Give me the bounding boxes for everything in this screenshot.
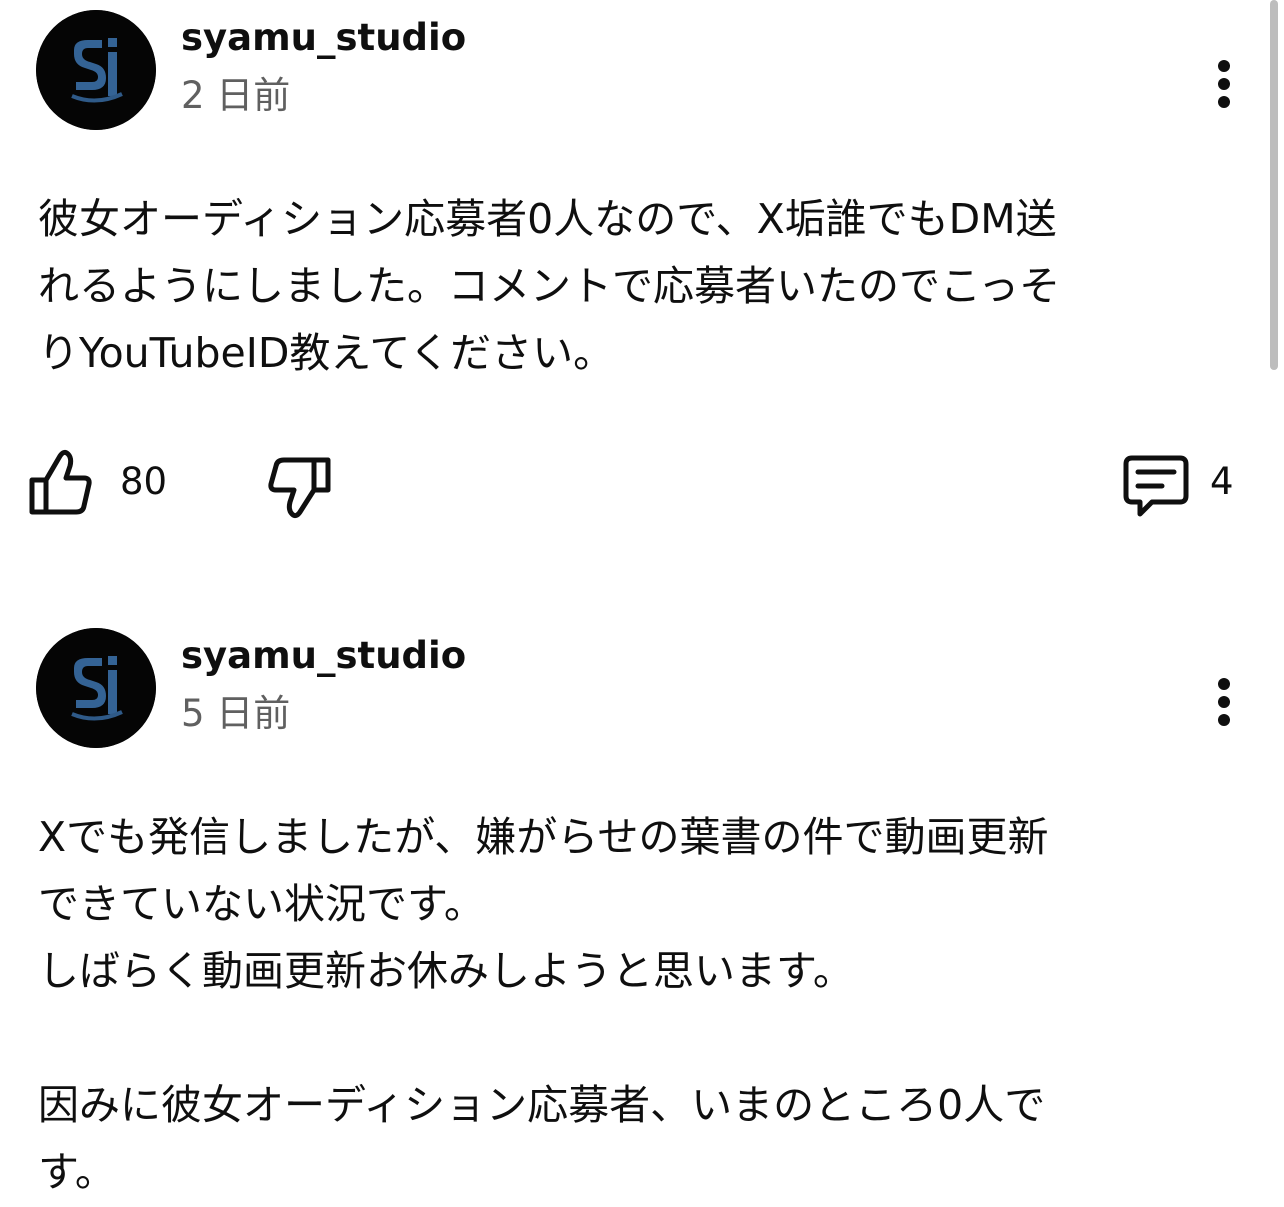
post-body-line: Xでも発信しましたが、嫌がらせの葉書の件で動画更新 [38,813,1049,861]
post-body-line: できていない状況です。 [38,880,485,928]
post-body: Xでも発信しましたが、嫌がらせの葉書の件で動画更新 できていない状況です。 しば… [38,804,1238,1206]
post-body-blank-line [38,1005,1238,1072]
post-body-line: しばらく動画更新お休みしようと思います。 [38,947,854,995]
thumbs-up-icon[interactable] [26,446,94,520]
thumbs-down-icon[interactable] [266,446,334,520]
post-body-line: す。 [38,1148,116,1196]
comment-icon[interactable] [1122,446,1190,520]
channel-logo-icon [36,628,156,748]
post-body-line: 因みに彼女オーディション応募者、いまのところ0人で [38,1081,1046,1129]
comment-count: 4 [1210,460,1234,503]
post-body-line: 彼女オーディション応募者0人なので、X垢誰でもDM送 [38,195,1057,243]
channel-avatar[interactable] [36,10,156,130]
author-name[interactable]: syamu_studio [181,632,466,680]
channel-logo-icon [36,10,156,130]
post-time: 2 日前 [181,74,291,117]
more-vert-icon[interactable] [1200,52,1248,116]
channel-avatar[interactable] [36,628,156,748]
community-post: syamu_studio 2 日前 彼女オーディション応募者0人なので、X垢誰で… [0,0,1264,560]
post-body-line: りYouTubeID教えてください。 [38,329,615,377]
post-time: 5 日前 [181,692,291,735]
post-body: 彼女オーディション応募者0人なので、X垢誰でもDM送 れるようにしました。コメン… [38,186,1238,387]
more-vert-icon[interactable] [1200,670,1248,734]
community-post: syamu_studio 5 日前 Xでも発信しましたが、嫌がらせの葉書の件で動… [0,618,1264,1207]
author-name[interactable]: syamu_studio [181,14,466,62]
community-feed: syamu_studio 2 日前 彼女オーディション応募者0人なので、X垢誰で… [0,0,1284,1207]
scrollbar[interactable] [1270,0,1278,370]
post-body-line: れるようにしました。コメントで応募者いたのでこっそ [38,262,1061,310]
post-actions: 80 4 [0,446,1264,522]
like-count: 80 [120,460,168,503]
